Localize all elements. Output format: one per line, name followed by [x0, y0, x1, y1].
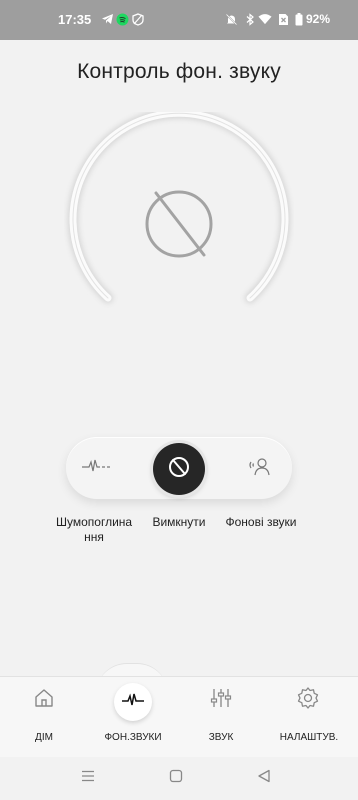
nav-ambient-button[interactable]: [114, 683, 152, 721]
nav-home-label[interactable]: ДІМ: [20, 732, 68, 743]
home-system-button[interactable]: [166, 769, 186, 787]
nav-home-button[interactable]: [32, 688, 56, 712]
nav-settings-button[interactable]: [296, 686, 320, 715]
waveform-icon: [121, 692, 145, 712]
mode-ambient-label: Фонові звуки: [225, 515, 297, 529]
page-title: Контроль фон. звуку: [77, 60, 281, 83]
ambient-gauge: [64, 108, 294, 312]
prohibited-circle-icon: [142, 185, 216, 259]
mode-off-label: Вимкнути: [152, 515, 206, 529]
shield-icon: [131, 12, 145, 26]
home-icon: [33, 687, 55, 714]
bluetooth-icon: [243, 12, 257, 26]
person-sound-icon: [248, 456, 274, 481]
status-time: 17:35: [58, 12, 92, 27]
mode-anc-button[interactable]: [80, 454, 114, 482]
telegram-icon: [100, 12, 114, 26]
back-triangle-icon: [257, 769, 271, 788]
status-bar: 17:35 92%: [0, 0, 358, 40]
no-sim-icon: [276, 12, 290, 26]
nav-ambient-label[interactable]: ФОН.ЗВУКИ: [96, 732, 170, 743]
prohibited-circle-icon: [167, 455, 191, 484]
recents-button[interactable]: [78, 769, 98, 787]
battery-percent: 92%: [306, 12, 331, 26]
wifi-icon: [258, 12, 272, 26]
mode-anc-label: Шумопоглина ння: [56, 515, 133, 544]
menu-lines-icon: [81, 769, 95, 787]
gear-icon: [296, 686, 320, 715]
battery-icon: [292, 12, 306, 26]
back-button[interactable]: [254, 769, 274, 787]
nav-sound-label[interactable]: ЗВУК: [198, 732, 244, 743]
equalizer-icon: [210, 687, 232, 714]
nav-sound-button[interactable]: [209, 688, 233, 712]
square-icon: [169, 769, 183, 788]
spotify-icon: [115, 12, 129, 26]
nav-settings-label[interactable]: НАЛАШТУВ.: [274, 732, 344, 743]
bell-mute-icon: [224, 12, 238, 26]
mode-off-button[interactable]: [153, 443, 205, 495]
waveform-icon: [81, 458, 113, 479]
mode-ambient-button[interactable]: [246, 454, 276, 482]
